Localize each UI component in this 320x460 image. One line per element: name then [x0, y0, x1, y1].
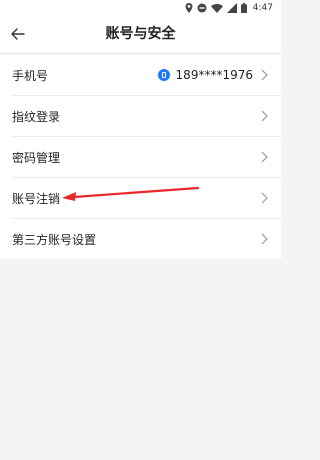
settings-row-label: 指纹登录 — [12, 109, 61, 124]
settings-list: 手机号 189****1976 指纹登录 密码管理 账号注销 第三方账号设置 — [0, 55, 281, 259]
settings-row-account-cancel[interactable]: 账号注销 — [12, 178, 281, 219]
arrow-left-icon — [11, 25, 25, 44]
chevron-right-icon — [261, 110, 268, 122]
battery-icon — [240, 3, 247, 13]
phone-number-value: 189****1976 — [175, 68, 253, 82]
settings-row-third-party[interactable]: 第三方账号设置 — [12, 219, 281, 259]
settings-row-label: 密码管理 — [12, 150, 61, 165]
settings-row-right — [259, 219, 269, 259]
settings-row-right — [259, 96, 269, 136]
dnd-icon — [197, 3, 207, 13]
chevron-right-icon — [261, 192, 268, 204]
settings-row-right — [259, 178, 269, 218]
settings-row-password[interactable]: 密码管理 — [12, 137, 281, 178]
settings-row-label: 手机号 — [12, 68, 49, 83]
settings-row-fingerprint[interactable]: 指纹登录 — [12, 96, 281, 137]
back-button[interactable] — [6, 22, 30, 46]
phone-icon — [157, 69, 170, 81]
chevron-right-icon — [261, 233, 268, 245]
status-bar: 4:47 — [0, 0, 281, 16]
settings-row-phone[interactable]: 手机号 189****1976 — [12, 55, 281, 96]
status-icons: 4:47 — [185, 2, 273, 14]
signal-icon — [226, 3, 237, 13]
chevron-right-icon — [261, 69, 268, 81]
chevron-right-icon — [261, 151, 268, 163]
settings-row-right — [259, 137, 269, 177]
status-time: 4:47 — [252, 3, 273, 13]
settings-row-label: 账号注销 — [12, 191, 61, 206]
location-icon — [185, 3, 193, 13]
settings-row-label: 第三方账号设置 — [12, 232, 97, 247]
page-title: 账号与安全 — [105, 26, 176, 42]
wifi-icon — [210, 3, 223, 13]
settings-row-right: 189****1976 — [157, 55, 269, 95]
header: 账号与安全 — [0, 16, 281, 52]
